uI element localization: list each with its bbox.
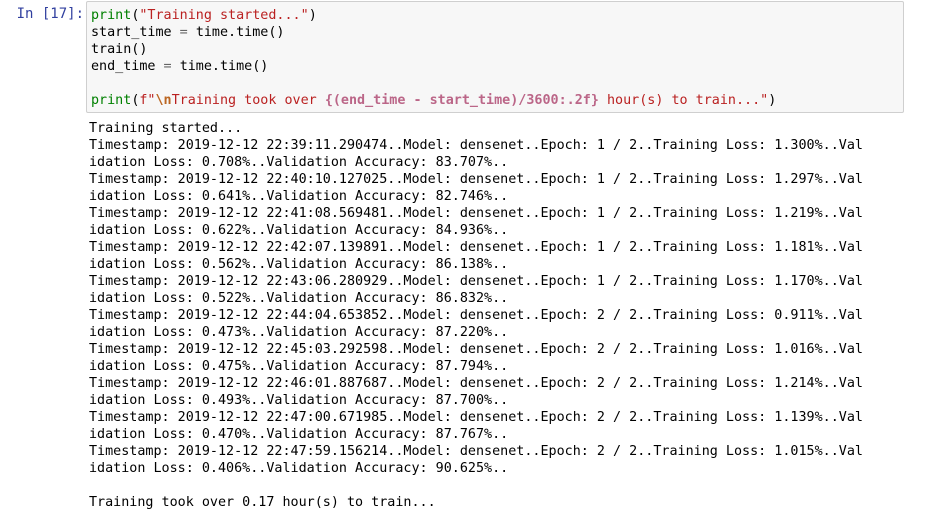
output-line: idation Loss: 0.406%..Validation Accurac… bbox=[89, 461, 509, 476]
output-line: Timestamp: 2019-12-12 22:47:00.671985..M… bbox=[89, 410, 863, 425]
code-string: Training took over bbox=[171, 93, 325, 108]
output-line-summary: Training took over 0.17 hour(s) to train… bbox=[89, 495, 436, 510]
code-call: time.time() bbox=[179, 59, 269, 74]
input-prompt: In [17]: bbox=[16, 6, 84, 22]
code-line-1: print("Training started...") bbox=[91, 7, 776, 24]
output-line: Timestamp: 2019-12-12 22:41:08.569481..M… bbox=[89, 206, 863, 221]
output-line: Timestamp: 2019-12-12 22:44:04.653852..M… bbox=[89, 308, 863, 323]
code-line-4: end_time = time.time() bbox=[91, 58, 776, 75]
output-line: Timestamp: 2019-12-12 22:40:10.127025..M… bbox=[89, 172, 863, 187]
code-editor[interactable]: print("Training started...") start_time =… bbox=[91, 7, 776, 109]
output-line: idation Loss: 0.475%..Validation Accurac… bbox=[89, 359, 509, 374]
code-operator: = bbox=[171, 25, 196, 40]
code-paren-close: ) bbox=[768, 93, 777, 108]
code-paren-close: ) bbox=[308, 8, 317, 23]
cell-output: Training started... Timestamp: 2019-12-12… bbox=[89, 120, 863, 511]
code-string: "Training started..." bbox=[139, 8, 309, 23]
code-builtin-print: print bbox=[91, 93, 132, 108]
code-line-5-blank bbox=[91, 75, 776, 92]
output-line: Timestamp: 2019-12-12 22:47:59.156214..M… bbox=[89, 444, 863, 459]
output-line: Timestamp: 2019-12-12 22:42:07.139891..M… bbox=[89, 240, 863, 255]
code-input-area[interactable]: print("Training started...") start_time =… bbox=[86, 1, 904, 113]
code-line-2: start_time = time.time() bbox=[91, 24, 776, 41]
output-line: idation Loss: 0.641%..Validation Accurac… bbox=[89, 189, 509, 204]
output-line: Timestamp: 2019-12-12 22:45:03.292598..M… bbox=[89, 342, 863, 357]
output-line: Timestamp: 2019-12-12 22:43:06.280929..M… bbox=[89, 274, 863, 289]
output-line: idation Loss: 0.473%..Validation Accurac… bbox=[89, 325, 509, 340]
output-line: idation Loss: 0.622%..Validation Accurac… bbox=[89, 223, 509, 238]
code-variable: start_time bbox=[91, 25, 172, 40]
code-call: time.time() bbox=[195, 25, 285, 40]
code-line-3: train() bbox=[91, 41, 776, 58]
output-line-blank bbox=[89, 477, 863, 494]
code-string: hour(s) to train..." bbox=[598, 93, 769, 108]
output-line: Timestamp: 2019-12-12 22:39:11.290474..M… bbox=[89, 138, 863, 153]
code-builtin-print: print bbox=[91, 8, 132, 23]
code-operator: = bbox=[155, 59, 180, 74]
code-variable: end_time bbox=[91, 59, 156, 74]
output-line: idation Loss: 0.470%..Validation Accurac… bbox=[89, 427, 509, 442]
code-interpolation: {(end_time - start_time)/3600:.2f} bbox=[324, 93, 599, 108]
output-line: idation Loss: 0.708%..Validation Accurac… bbox=[89, 155, 509, 170]
output-line: Timestamp: 2019-12-12 22:46:01.887687..M… bbox=[89, 376, 863, 391]
code-call: train() bbox=[91, 42, 148, 57]
output-line: idation Loss: 0.493%..Validation Accurac… bbox=[89, 393, 509, 408]
output-line: Training started... bbox=[89, 121, 243, 136]
code-fstring-prefix: f" bbox=[139, 93, 156, 108]
output-line: idation Loss: 0.522%..Validation Accurac… bbox=[89, 291, 509, 306]
output-line: idation Loss: 0.562%..Validation Accurac… bbox=[89, 257, 509, 272]
code-line-6: print(f"\nTraining took over {(end_time … bbox=[91, 92, 776, 109]
code-escape-newline: \n bbox=[155, 93, 172, 108]
